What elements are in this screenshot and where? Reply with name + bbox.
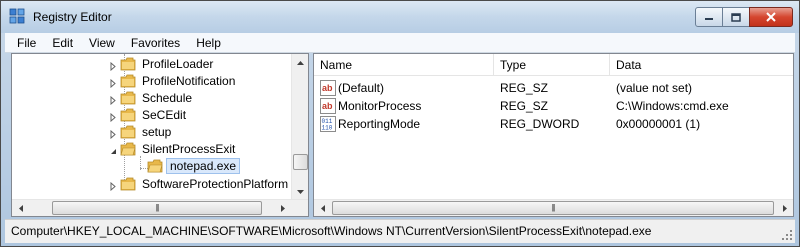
- scroll-right-button[interactable]: [274, 200, 291, 216]
- column-header-name[interactable]: Name: [314, 54, 494, 76]
- scroll-up-icon: [297, 60, 304, 65]
- folder-icon: [120, 91, 136, 105]
- tree-item[interactable]: Schedule: [12, 90, 292, 107]
- tree-item-label: SeCEdit: [142, 108, 187, 122]
- scroll-right-button[interactable]: [776, 200, 793, 216]
- tree-item-expanded[interactable]: SilentProcessExit: [12, 141, 292, 158]
- menu-favorites[interactable]: Favorites: [123, 36, 188, 50]
- svg-text:ab: ab: [322, 83, 333, 93]
- scroll-right-icon: [782, 205, 787, 212]
- close-icon: [766, 12, 776, 22]
- scroll-thumb[interactable]: [293, 154, 308, 170]
- tree-item-label: SilentProcessExit: [142, 142, 236, 156]
- tree-horizontal-scrollbar[interactable]: |||: [12, 199, 308, 216]
- expand-arrow-icon[interactable]: [109, 60, 118, 72]
- values-horizontal-scrollbar[interactable]: |||: [314, 199, 793, 216]
- expand-arrow-icon[interactable]: [109, 128, 118, 140]
- window-title: Registry Editor: [33, 10, 112, 24]
- folder-icon: [120, 74, 136, 88]
- window-controls: [695, 7, 793, 27]
- tree-item-label: Schedule: [142, 91, 193, 105]
- tree-item-label: ProfileLoader: [142, 57, 214, 71]
- menu-edit[interactable]: Edit: [44, 36, 81, 50]
- expand-arrow-icon[interactable]: [109, 111, 118, 123]
- expand-arrow-icon[interactable]: [109, 94, 118, 106]
- maximize-button[interactable]: [722, 7, 750, 27]
- tree-item[interactable]: SeCEdit: [12, 107, 292, 124]
- value-name: MonitorProcess: [338, 99, 422, 113]
- scroll-left-button[interactable]: [12, 200, 29, 216]
- value-type: REG_DWORD: [500, 117, 580, 131]
- scroll-left-icon: [320, 205, 325, 212]
- scroll-corner: [291, 200, 308, 216]
- column-header-type[interactable]: Type: [494, 54, 610, 76]
- expand-arrow-icon[interactable]: [109, 77, 118, 89]
- value-name: (Default): [338, 81, 385, 95]
- scroll-left-button[interactable]: [314, 200, 331, 216]
- folder-icon: [120, 108, 136, 122]
- registry-editor-window: Registry Editor File Edit View Favorites…: [0, 0, 800, 247]
- value-row[interactable]: ab (Default) REG_SZ (value not set): [314, 79, 793, 97]
- folder-icon: [120, 57, 136, 71]
- string-value-icon: ab: [320, 98, 336, 114]
- scroll-down-icon: [297, 189, 304, 194]
- value-data: 0x00000001 (1): [616, 117, 701, 131]
- minimize-icon: [705, 18, 713, 20]
- menu-help[interactable]: Help: [188, 36, 229, 50]
- status-bar: Computer\HKEY_LOCAL_MACHINE\SOFTWARE\Mic…: [5, 219, 795, 243]
- tree-item-label: SoftwareProtectionPlatform: [142, 177, 289, 191]
- folder-icon: [120, 177, 136, 191]
- tree-item[interactable]: ProfileLoader: [12, 56, 292, 73]
- svg-text:ab: ab: [322, 101, 333, 111]
- value-data: (value not set): [616, 81, 693, 95]
- tree-item-selected[interactable]: notepad.exe: [12, 158, 292, 175]
- folder-icon: [120, 125, 136, 139]
- scroll-down-button[interactable]: [292, 183, 308, 200]
- close-button[interactable]: [749, 7, 793, 27]
- folder-open-icon: [147, 159, 163, 173]
- column-header-row: Name Type Data: [314, 54, 793, 76]
- scroll-thumb[interactable]: |||: [52, 201, 262, 215]
- value-type: REG_SZ: [500, 99, 549, 113]
- value-name: ReportingMode: [338, 117, 421, 131]
- tree-item-label: notepad.exe: [166, 158, 241, 174]
- maximize-icon: [731, 12, 741, 22]
- tree-item[interactable]: ProfileNotification: [12, 73, 292, 90]
- minimize-button[interactable]: [695, 7, 723, 27]
- svg-text:110: 110: [322, 125, 333, 132]
- registry-tree[interactable]: ProfileLoader ProfileNotification Schedu…: [11, 53, 309, 217]
- collapse-arrow-icon[interactable]: [109, 145, 118, 154]
- value-type: REG_SZ: [500, 81, 549, 95]
- scroll-up-button[interactable]: [292, 54, 308, 71]
- registry-path: Computer\HKEY_LOCAL_MACHINE\SOFTWARE\Mic…: [11, 224, 652, 238]
- column-header-data[interactable]: Data: [610, 54, 793, 76]
- grip-icon: |||: [551, 203, 555, 212]
- registry-editor-icon: [9, 8, 25, 24]
- folder-open-icon: [120, 142, 136, 156]
- tree-item-label: ProfileNotification: [142, 74, 236, 88]
- value-row[interactable]: ab MonitorProcess REG_SZ C:\Windows:cmd.…: [314, 97, 793, 115]
- menu-view[interactable]: View: [81, 36, 123, 50]
- value-data: C:\Windows:cmd.exe: [616, 99, 729, 113]
- tree-item[interactable]: setup: [12, 124, 292, 141]
- tree-item[interactable]: SoftwareProtectionPlatform: [12, 176, 292, 193]
- tree-vertical-scrollbar[interactable]: [291, 54, 308, 200]
- expand-arrow-icon[interactable]: [109, 180, 118, 192]
- string-value-icon: ab: [320, 80, 336, 96]
- tree-item-label: setup: [142, 125, 172, 139]
- binary-value-icon: 011 110: [320, 116, 336, 132]
- grip-icon: |||: [155, 203, 159, 212]
- scroll-left-icon: [18, 205, 23, 212]
- menu-bar: File Edit View Favorites Help: [5, 33, 795, 53]
- value-row[interactable]: 011 110 ReportingMode REG_DWORD 0x0000000…: [314, 115, 793, 133]
- menu-file[interactable]: File: [5, 36, 44, 50]
- title-bar[interactable]: Registry Editor: [1, 1, 799, 33]
- resize-grip-icon[interactable]: [781, 229, 793, 241]
- values-list[interactable]: Name Type Data ab (Default) REG_SZ (valu…: [313, 53, 794, 217]
- scroll-right-icon: [280, 205, 285, 212]
- scroll-thumb[interactable]: |||: [332, 201, 774, 215]
